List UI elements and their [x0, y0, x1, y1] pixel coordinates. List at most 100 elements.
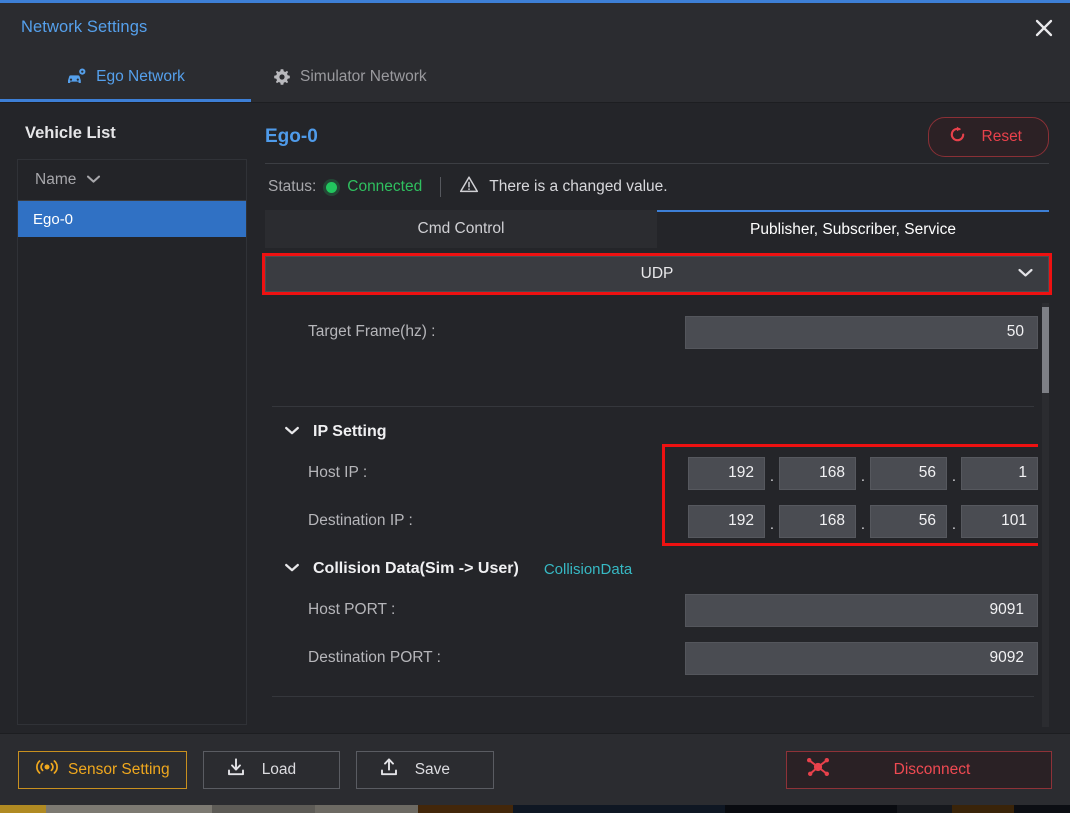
host-ip-fields: 192 . 168 . 56 . 1	[688, 457, 1038, 490]
destination-port-input[interactable]: 9092	[685, 642, 1038, 675]
reset-button[interactable]: Reset	[928, 117, 1050, 157]
destination-ip-octet-2[interactable]: 168	[779, 505, 856, 538]
collision-data-section-header[interactable]: Collision Data(Sim -> User) CollisionDat…	[262, 545, 1038, 586]
destination-ip-octet-1[interactable]: 192	[688, 505, 765, 538]
background-segment	[315, 805, 418, 813]
disconnect-button[interactable]: Disconnect	[786, 751, 1052, 789]
settings-scrollbar-thumb[interactable]	[1042, 307, 1049, 393]
warning-text: There is a changed value.	[489, 178, 667, 196]
host-ip-octet-2-value: 168	[819, 464, 845, 482]
background-segment	[418, 805, 513, 813]
host-ip-octet-4-value: 1	[1018, 464, 1027, 482]
background-segment	[212, 805, 315, 813]
tab-publisher-subscriber-service[interactable]: Publisher, Subscriber, Service	[657, 210, 1049, 248]
ip-separator: .	[856, 462, 870, 485]
sidebar-title: Vehicle List	[0, 103, 255, 159]
save-button[interactable]: Save	[356, 751, 494, 789]
settings-tab-bar: Cmd Control Publisher, Subscriber, Servi…	[265, 210, 1049, 248]
background-segment	[725, 805, 897, 813]
destination-ip-octet-2-value: 168	[819, 512, 845, 530]
dialog-body: Vehicle List Name Ego-0 Ego-0	[0, 103, 1070, 733]
chevron-down-icon	[284, 560, 300, 578]
window-title: Network Settings	[21, 18, 147, 37]
sensor-setting-label: Sensor Setting	[68, 761, 170, 779]
tab-cmd-control[interactable]: Cmd Control	[265, 210, 657, 248]
destination-ip-octet-3[interactable]: 56	[870, 505, 947, 538]
host-ip-octet-2[interactable]: 168	[779, 457, 856, 490]
ip-separator: .	[947, 462, 961, 485]
vehicle-list-column-header[interactable]: Name	[18, 160, 246, 201]
host-port-value: 9091	[990, 601, 1024, 619]
host-port-row: Host PORT : 9091	[262, 586, 1038, 634]
ip-setting-section-header[interactable]: IP Setting	[262, 407, 1038, 449]
tab-publisher-subscriber-service-label: Publisher, Subscriber, Service	[750, 221, 956, 239]
close-icon	[1033, 17, 1055, 39]
tab-cmd-control-label: Cmd Control	[418, 220, 505, 238]
destination-ip-octet-1-value: 192	[728, 512, 754, 530]
settings-scrollbar-track[interactable]	[1042, 303, 1049, 727]
gear-icon	[273, 68, 291, 86]
settings-scroll-area: Target Frame(hz) : 50 IP Sett	[262, 303, 1052, 733]
target-frame-row: Target Frame(hz) : 50	[262, 310, 1038, 354]
network-settings-dialog: Network Settings Ego Network	[0, 0, 1070, 805]
tab-ego-network-label: Ego Network	[96, 68, 185, 86]
status-indicator-dot	[326, 182, 337, 193]
settings-scroll-content: Target Frame(hz) : 50 IP Sett	[262, 303, 1038, 733]
host-ip-octet-3[interactable]: 56	[870, 457, 947, 490]
host-ip-octet-1-value: 192	[728, 464, 754, 482]
destination-ip-row: Destination IP : 192 . 168 . 56 . 101	[262, 497, 1038, 545]
host-port-label: Host PORT :	[308, 601, 395, 619]
car-settings-icon	[66, 68, 87, 86]
load-button[interactable]: Load	[203, 751, 340, 789]
warning-triangle-icon	[459, 175, 479, 199]
refresh-icon	[948, 125, 967, 149]
panel-title: Ego-0	[265, 126, 318, 148]
destination-ip-octet-4[interactable]: 101	[961, 505, 1038, 538]
ip-separator: .	[856, 510, 870, 533]
host-ip-octet-1[interactable]: 192	[688, 457, 765, 490]
save-button-label: Save	[415, 761, 450, 779]
settings-panel: Ego-0 Reset Status: Connected	[255, 103, 1070, 733]
status-label: Status:	[268, 178, 316, 196]
ip-separator: .	[765, 510, 779, 533]
ip-setting-title: IP Setting	[313, 423, 387, 441]
main-tab-bar: Ego Network Simulator Network	[0, 52, 1070, 103]
background-segment	[0, 805, 46, 813]
target-frame-value: 50	[1007, 323, 1024, 341]
host-ip-octet-4[interactable]: 1	[961, 457, 1038, 490]
status-row: Status: Connected There is a changed val…	[260, 164, 1062, 210]
target-frame-input[interactable]: 50	[685, 316, 1038, 349]
destination-ip-fields: 192 . 168 . 56 . 101	[688, 505, 1038, 538]
ip-separator: .	[765, 462, 779, 485]
host-ip-row: Host IP : 192 . 168 . 56 . 1	[262, 449, 1038, 497]
tab-simulator-network-label: Simulator Network	[300, 68, 427, 86]
host-ip-label: Host IP :	[308, 464, 367, 482]
destination-ip-label: Destination IP :	[308, 512, 413, 530]
download-icon	[226, 757, 246, 782]
network-node-icon	[805, 756, 831, 783]
protocol-select-value: UDP	[641, 265, 674, 283]
disconnect-button-label: Disconnect	[831, 761, 1033, 779]
chevron-down-icon	[284, 423, 300, 441]
vehicle-list-sidebar: Vehicle List Name Ego-0	[0, 103, 255, 733]
column-header-name: Name	[35, 171, 76, 189]
host-port-input[interactable]: 9091	[685, 594, 1038, 627]
load-button-label: Load	[262, 761, 296, 779]
close-button[interactable]	[1018, 3, 1070, 52]
ip-separator: .	[947, 510, 961, 533]
reset-button-label: Reset	[982, 128, 1023, 146]
tab-simulator-network[interactable]: Simulator Network	[251, 52, 455, 102]
destination-port-value: 9092	[990, 649, 1024, 667]
protocol-select[interactable]: UDP	[265, 256, 1049, 292]
collision-data-title: Collision Data(Sim -> User)	[313, 560, 519, 578]
tab-ego-network[interactable]: Ego Network	[0, 52, 251, 102]
host-ip-octet-3-value: 56	[919, 464, 936, 482]
background-segment	[513, 805, 725, 813]
vehicle-list-item-ego-0[interactable]: Ego-0	[18, 201, 246, 237]
sensor-setting-button[interactable]: Sensor Setting	[18, 751, 187, 789]
upload-icon	[379, 757, 399, 782]
chevron-down-icon	[1017, 265, 1034, 283]
vehicle-list-item-label: Ego-0	[33, 211, 73, 228]
background-segment	[952, 805, 1014, 813]
destination-ip-octet-4-value: 101	[1001, 512, 1027, 530]
